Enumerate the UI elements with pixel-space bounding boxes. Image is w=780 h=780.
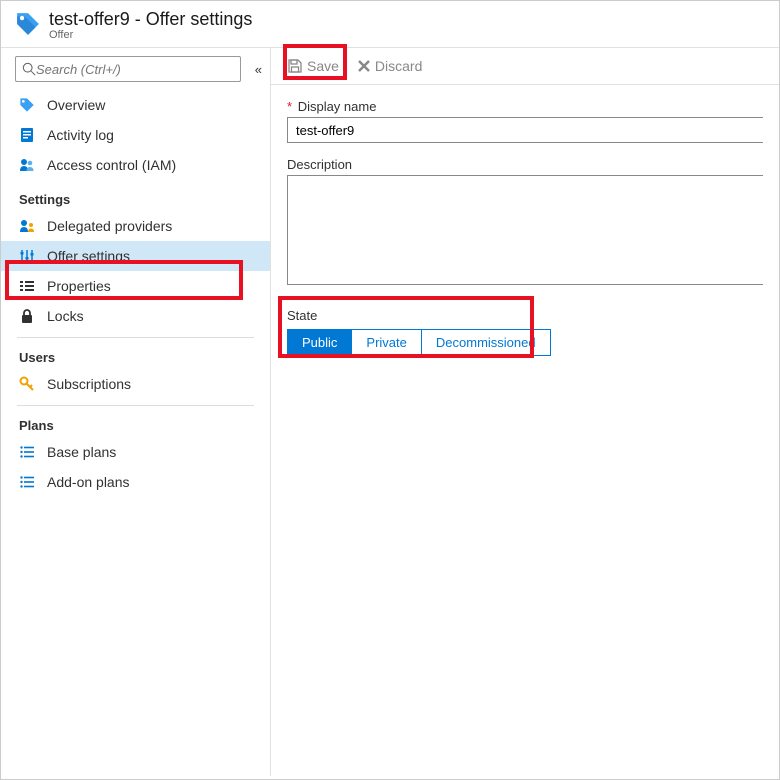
list-icon [19,444,35,460]
search-input[interactable] [36,62,234,77]
state-option-decommissioned[interactable]: Decommissioned [421,330,550,355]
key-icon [19,376,35,392]
sidebar-item-label: Subscriptions [47,376,131,392]
activity-log-icon [19,127,35,143]
sidebar-item-label: Delegated providers [47,218,172,234]
offer-settings-form: * Display name Description State Public … [271,85,779,356]
discard-label: Discard [375,58,422,74]
list-icon [19,474,35,490]
display-name-label-text: Display name [298,99,377,114]
description-label: Description [287,157,763,172]
sidebar-item-subscriptions[interactable]: Subscriptions [1,369,270,399]
search-box[interactable] [15,56,241,82]
sidebar-item-overview[interactable]: Overview [1,90,270,120]
properties-icon [19,278,35,294]
offer-tag-icon [15,11,41,37]
sidebar-item-label: Locks [47,308,84,324]
sidebar-section-settings: Settings [1,180,270,211]
sidebar-item-addon-plans[interactable]: Add-on plans [1,467,270,497]
state-option-public[interactable]: Public [288,330,351,355]
sidebar: « Overview Activity log Access control (… [1,48,271,776]
sidebar-item-activity-log[interactable]: Activity log [1,120,270,150]
save-icon [287,58,303,74]
state-segmented-control: Public Private Decommissioned [287,329,551,356]
sidebar-section-users: Users [1,338,270,369]
sidebar-item-offer-settings[interactable]: Offer settings [1,241,270,271]
sidebar-item-label: Activity log [47,127,114,143]
settings-sliders-icon [19,248,35,264]
sidebar-item-label: Access control (IAM) [47,157,176,173]
sidebar-item-delegated-providers[interactable]: Delegated providers [1,211,270,241]
description-textarea[interactable] [287,175,763,285]
sidebar-item-base-plans[interactable]: Base plans [1,437,270,467]
sidebar-item-label: Properties [47,278,111,294]
save-button[interactable]: Save [287,58,339,74]
sidebar-section-plans: Plans [1,406,270,437]
page-subtitle: Offer [49,29,252,41]
close-icon [357,59,371,73]
display-name-input[interactable] [287,117,763,143]
collapse-sidebar-button[interactable]: « [255,62,262,77]
access-control-icon [19,157,35,173]
delegated-providers-icon [19,218,35,234]
search-icon [22,62,36,76]
sidebar-item-label: Add-on plans [47,474,130,490]
sidebar-item-properties[interactable]: Properties [1,271,270,301]
offer-tag-icon [19,97,35,113]
page-header: test-offer9 - Offer settings Offer [1,1,779,48]
state-option-private[interactable]: Private [351,330,420,355]
sidebar-item-label: Overview [47,97,105,113]
required-asterisk: * [287,99,292,114]
lock-icon [19,308,35,324]
sidebar-item-locks[interactable]: Locks [1,301,270,331]
page-title: test-offer9 - Offer settings [49,9,252,30]
sidebar-item-label: Offer settings [47,248,130,264]
main-panel: Save Discard * Display name Description … [271,48,779,776]
display-name-label: * Display name [287,99,763,114]
sidebar-item-access-control[interactable]: Access control (IAM) [1,150,270,180]
state-label: State [287,308,763,323]
sidebar-item-label: Base plans [47,444,116,460]
toolbar: Save Discard [271,48,779,85]
discard-button[interactable]: Discard [357,58,422,74]
save-label: Save [307,58,339,74]
